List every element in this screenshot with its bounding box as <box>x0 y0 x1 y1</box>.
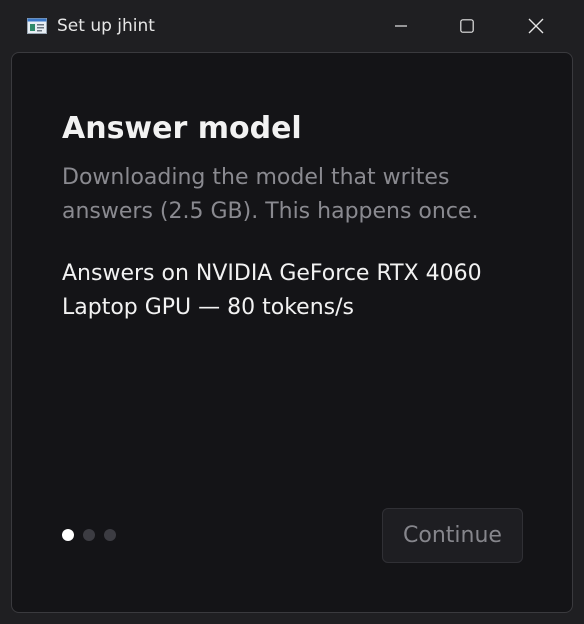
page-indicator <box>62 529 116 541</box>
page-title: Answer model <box>62 111 302 146</box>
maximize-button[interactable] <box>444 0 490 52</box>
download-status-text: Downloading the model that writes answer… <box>62 165 479 224</box>
maximize-icon <box>460 19 474 33</box>
page-dot-1 <box>62 529 74 541</box>
close-button[interactable] <box>513 0 559 52</box>
page-dot-2 <box>83 529 95 541</box>
minimize-button[interactable] <box>378 0 424 52</box>
minimize-icon <box>395 25 407 27</box>
title-bar[interactable]: Set up jhint <box>0 0 584 52</box>
gpu-info-text: Answers on NVIDIA GeForce RTX 4060 Lapto… <box>62 261 482 320</box>
continue-button[interactable]: Continue <box>382 508 523 563</box>
close-icon <box>528 18 544 34</box>
app-window-icon <box>27 18 47 34</box>
window-title: Set up jhint <box>57 16 155 36</box>
page-dot-3 <box>104 529 116 541</box>
setup-content-panel: Answer model Downloading the model that … <box>11 52 573 613</box>
setup-window: Set up jhint Answer model Downloading th… <box>0 0 584 624</box>
